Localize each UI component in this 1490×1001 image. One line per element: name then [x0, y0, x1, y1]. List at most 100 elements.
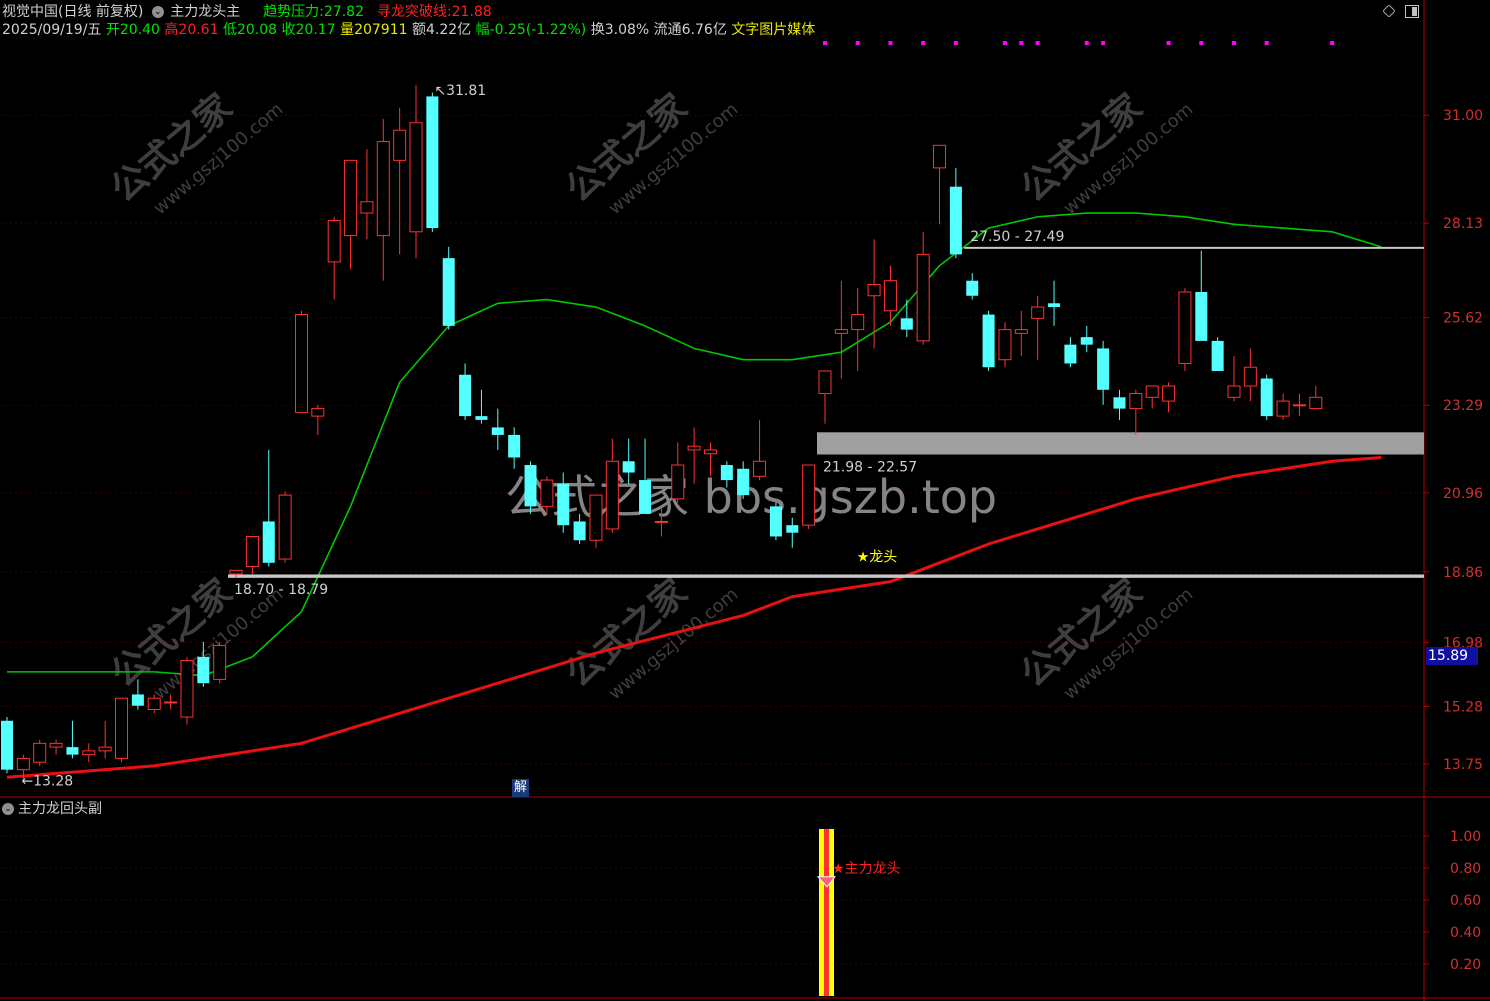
candle-body: [1097, 348, 1110, 390]
candle: [1211, 337, 1224, 371]
support-band-label: 21.98 - 22.57: [823, 459, 917, 475]
sub-tick-label: 0.20: [1450, 957, 1481, 973]
signal-dot: [1002, 41, 1007, 45]
candle-body: [294, 314, 308, 413]
candle: [524, 461, 537, 514]
kline-chart[interactable]: 公式之家www.gszj100.com 公式之家www.gszj100.com 公式…: [0, 0, 1490, 1001]
candle-body: [998, 329, 1012, 361]
candle-body: [786, 525, 799, 533]
low-marker: ←13.28: [21, 773, 73, 789]
close-label: 收: [281, 22, 296, 38]
close-value: 20.17: [295, 22, 336, 38]
price-tick-label: 13.75: [1443, 757, 1483, 773]
indicator-dropdown-icon[interactable]: ⌄: [151, 6, 164, 18]
candle-body: [131, 694, 144, 706]
volume-value: 207911: [354, 22, 408, 38]
signal-dot: [1232, 41, 1236, 45]
turnover-value: 3.08%: [604, 22, 650, 38]
signal-dot: [1101, 41, 1106, 45]
candle-body: [1309, 396, 1323, 410]
candle: [1260, 374, 1273, 420]
candle-body: [16, 757, 30, 771]
candle-body: [245, 535, 259, 568]
candle-body: [1145, 385, 1159, 398]
candle-body: [1276, 400, 1290, 417]
low-value: 20.08: [236, 22, 278, 38]
sub-dropdown-icon[interactable]: ⌄: [2, 803, 14, 815]
sub-indicator-name[interactable]: 主力龙回头副: [18, 801, 102, 817]
candle-body: [916, 253, 930, 342]
breakout-line-value: 21.88: [451, 4, 492, 20]
open-label: 开: [105, 22, 120, 38]
candle-body: [687, 445, 701, 451]
volume-label: 量: [340, 22, 355, 38]
candle: [589, 494, 603, 548]
candle-body: [49, 742, 63, 748]
candle-body: [605, 460, 619, 530]
window-toggle-icon[interactable]: [1405, 5, 1419, 18]
candle-body: [982, 314, 995, 368]
candle-body: [82, 750, 96, 756]
candle-body: [802, 464, 816, 526]
trend-pressure-value: 27.82: [323, 4, 364, 20]
breakout-line-label: 寻龙突破线:: [376, 4, 452, 20]
dragon-head-signal: ★龙头: [857, 549, 898, 565]
signal-dot: [1019, 41, 1024, 45]
price-tick-label: 31.00: [1443, 108, 1483, 124]
candle-body: [180, 660, 194, 718]
jie-badge[interactable]: 解: [512, 779, 529, 797]
candle-body: [376, 141, 390, 237]
current-price-tag: 15.89: [1426, 647, 1478, 665]
candle-body: [278, 494, 292, 560]
signal-dot: [953, 41, 958, 45]
candle-body: [949, 186, 962, 255]
support-band: [817, 432, 1424, 455]
candle: [180, 656, 194, 725]
candle-body: [344, 159, 358, 237]
stock-name[interactable]: 视觉中国(日线 前复权): [2, 4, 143, 20]
support-band-label: 18.70 - 18.79: [234, 582, 328, 598]
signal-dot: [1084, 41, 1089, 45]
signal-dot: [1264, 41, 1269, 45]
candle-body: [737, 468, 750, 496]
sub-tick-label: 0.40: [1450, 925, 1481, 941]
price-tick-label: 25.62: [1443, 311, 1483, 327]
candle-body: [508, 434, 521, 458]
indicator-name[interactable]: 主力龙头主: [170, 4, 240, 20]
candle-body: [573, 521, 586, 541]
sub-tick-label: 0.60: [1450, 893, 1481, 909]
candle-body: [147, 697, 161, 710]
candle-body: [1211, 340, 1224, 371]
candle-body: [1243, 366, 1257, 387]
quote-date: 2025/09/19/五: [2, 22, 102, 38]
amount-value: 4.22亿: [425, 22, 472, 38]
signal-bar-left: [819, 829, 824, 996]
candle-body: [409, 122, 423, 233]
candle-body: [851, 314, 865, 331]
candle-body: [900, 318, 913, 330]
candle-body: [639, 480, 652, 514]
candle-body: [98, 746, 112, 752]
change-value: -0.25(-1.22%): [489, 22, 587, 38]
candle: [33, 739, 47, 766]
header-row-2: 2025/09/19/五 开20.40 高20.61 低20.08 收20.17…: [2, 21, 815, 39]
candle-body: [557, 483, 570, 526]
candle-body: [475, 416, 488, 420]
candle-body: [1080, 337, 1093, 345]
float-value: 6.76亿: [681, 22, 727, 38]
signal-dot: [921, 41, 926, 45]
price-tick-label: 20.96: [1443, 486, 1483, 502]
high-label: 高: [164, 22, 179, 38]
candle-body: [393, 129, 407, 161]
signal-dot: [888, 41, 893, 45]
diamond-icon[interactable]: [1382, 4, 1396, 18]
candle-body: [1227, 385, 1241, 398]
candle-body: [818, 370, 832, 395]
high-value: 20.61: [178, 22, 219, 38]
signal-bar-right: [829, 829, 834, 996]
trend-pressure-label: 趋势压力:: [263, 4, 324, 20]
candle-body: [654, 520, 668, 523]
candle-body: [753, 460, 767, 477]
media-link[interactable]: 文字图片媒体: [731, 22, 815, 38]
price-tick-label: 23.29: [1443, 398, 1483, 414]
